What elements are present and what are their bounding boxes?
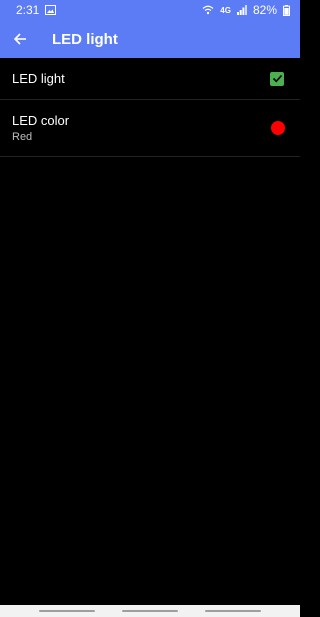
battery-percent: 82% bbox=[252, 3, 277, 17]
signal-icon bbox=[236, 5, 247, 15]
checkmark-icon bbox=[272, 73, 283, 84]
home-button[interactable] bbox=[122, 610, 178, 612]
status-bar: 2:31 4G 82% bbox=[0, 0, 300, 20]
recent-apps-button[interactable] bbox=[39, 610, 95, 612]
app-bar: LED light bbox=[0, 20, 300, 58]
status-left: 2:31 bbox=[16, 3, 57, 17]
led-color-summary: Red bbox=[12, 131, 33, 143]
led-color-title: LED color bbox=[12, 113, 70, 128]
page-title: LED light bbox=[52, 30, 118, 48]
wifi-icon bbox=[202, 5, 214, 15]
led-color-row[interactable]: LED color Red bbox=[0, 100, 300, 157]
system-navigation-bar bbox=[0, 605, 300, 617]
preferences-list: LED light LED color Red bbox=[0, 58, 300, 157]
back-button[interactable] bbox=[7, 26, 33, 52]
network-type-label: 4G bbox=[220, 5, 231, 15]
arrow-left-icon bbox=[13, 32, 27, 46]
battery-icon bbox=[283, 4, 290, 16]
back-nav-button[interactable] bbox=[205, 610, 261, 612]
status-time: 2:31 bbox=[16, 3, 40, 17]
status-right: 4G 82% bbox=[202, 3, 290, 17]
led-light-title: LED light bbox=[12, 71, 65, 86]
led-light-row[interactable]: LED light bbox=[0, 58, 300, 100]
led-color-text: LED color Red bbox=[12, 113, 69, 143]
led-light-checkbox[interactable] bbox=[270, 71, 284, 86]
image-icon bbox=[45, 5, 57, 15]
led-color-swatch[interactable] bbox=[271, 121, 285, 135]
